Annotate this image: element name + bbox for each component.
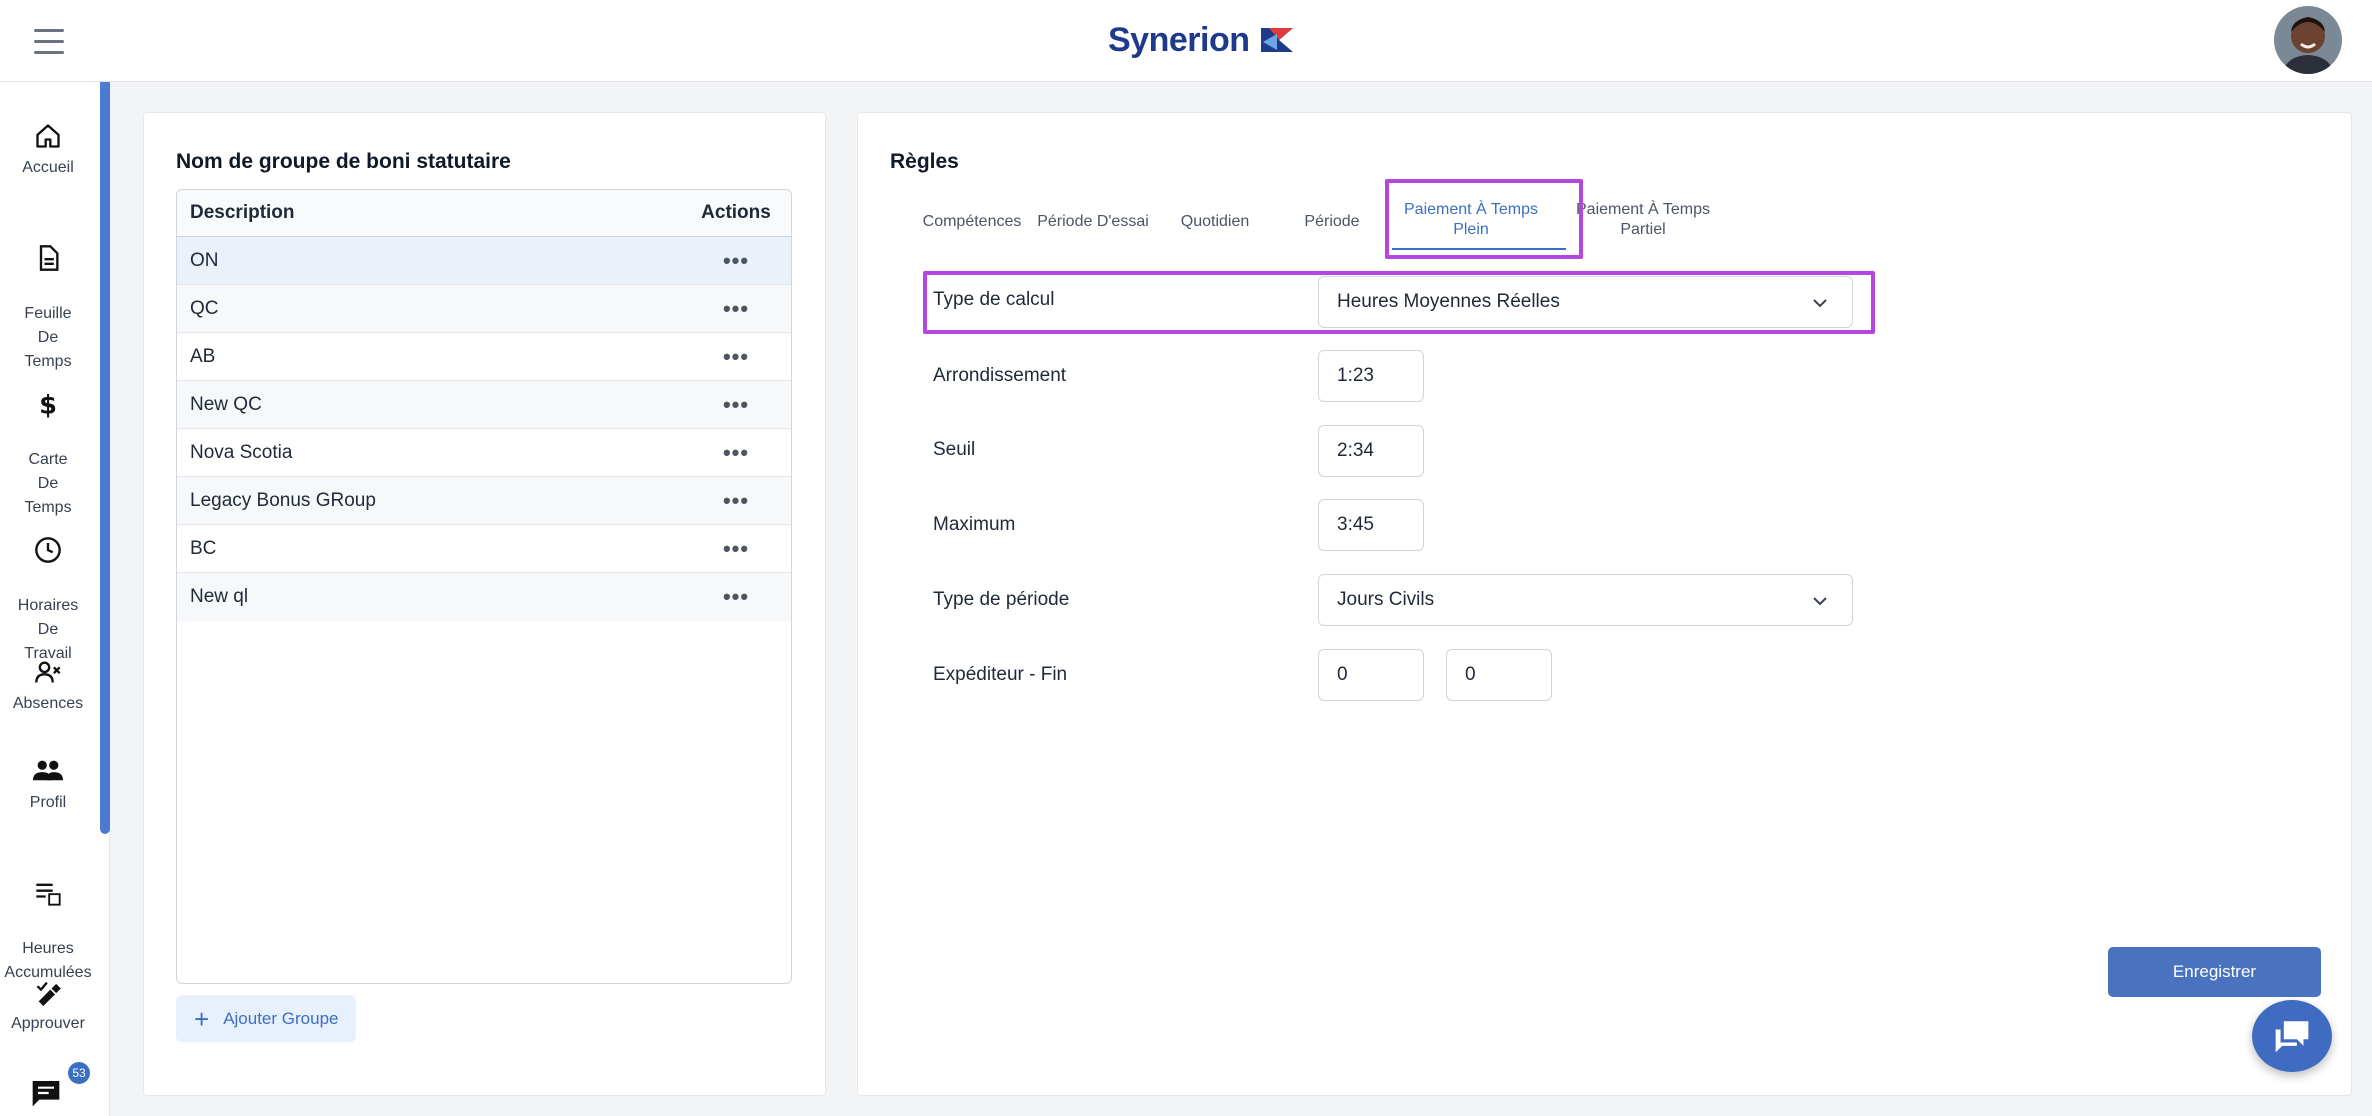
more-actions-icon[interactable]: ••• [681,536,791,562]
table-row[interactable]: QC ••• [177,285,791,333]
period-type-value: Jours Civils [1337,589,1435,610]
user-avatar[interactable] [2274,6,2342,74]
sidebar-item-label: Carte De Temps [24,451,72,516]
groups-table: Description Actions ON ••• QC ••• AB •••… [176,189,792,984]
more-actions-icon[interactable]: ••• [681,488,791,514]
plus-icon: + [194,1003,210,1034]
row-description: QC [190,297,219,319]
calc-type-value: Heures Moyennes Réelles [1337,291,1560,312]
row-description: BC [190,537,217,559]
bonus-groups-panel: Nom de groupe de boni statutaire Descrip… [143,112,826,1096]
calc-type-label: Type de calcul [933,289,1055,310]
sidebar-item-messages[interactable] [30,1078,66,1108]
row-description: New QC [190,393,262,415]
period-type-label: Type de période [933,589,1070,610]
sidebar-item-label: Feuille De Temps [24,305,72,370]
sender-end-label: Expéditeur - Fin [933,664,1068,685]
sidebar-item-approuver[interactable]: Approuver [0,978,96,1036]
threshold-label: Seuil [933,439,976,460]
more-actions-icon[interactable]: ••• [681,248,791,274]
dollar-icon: $ [39,390,57,418]
home-icon [36,124,60,148]
table-row[interactable]: New QC ••• [177,381,791,429]
panel-title: Règles [890,150,959,173]
sidebar-item-label: Heures Accumulées [4,940,92,981]
sidebar-item-horaires-de-travail[interactable]: Horaires De Travail [0,512,96,666]
clock-icon [35,537,61,563]
chat-icon [32,1081,60,1107]
row-description: ON [190,249,219,271]
sidebar-item-heures-accumulees[interactable]: Heures Accumulées [0,855,96,985]
rules-panel: Règles Compétences Période D'essai Quoti… [857,112,2352,1096]
menu-icon[interactable] [30,25,68,57]
column-header-description: Description [190,202,295,223]
threshold-input[interactable]: 2:34 [1318,425,1424,477]
sender-end-input[interactable]: 0 [1446,649,1552,701]
save-button[interactable]: Enregistrer [2108,947,2321,997]
sidebar-item-label: Approuver [11,1015,85,1032]
table-row[interactable]: New ql ••• [177,573,791,621]
add-group-label: Ajouter Groupe [223,1008,339,1028]
panel-title: Nom de groupe de boni statutaire [176,150,511,173]
sidebar-item-feuille-de-temps[interactable]: Feuille De Temps [0,220,96,374]
chevron-down-icon [1813,597,1827,606]
rounding-input[interactable]: 1:23 [1318,350,1424,402]
tab-quotidien[interactable]: Quotidien [1165,212,1265,232]
more-actions-icon[interactable]: ••• [681,344,791,370]
more-actions-icon[interactable]: ••• [681,584,791,610]
approve-pen-icon [36,981,61,1006]
document-icon [39,245,59,271]
active-tab-highlight [1385,179,1583,259]
table-row[interactable]: Legacy Bonus GRoup ••• [177,477,791,525]
table-row[interactable]: Nova Scotia ••• [177,429,791,477]
row-description: Legacy Bonus GRoup [190,489,376,511]
sidebar-scrollbar[interactable] [100,82,110,834]
period-type-select[interactable]: Jours Civils [1318,574,1853,626]
sidebar-item-carte-de-temps[interactable]: $ Carte De Temps [0,366,96,520]
maximum-input[interactable]: 3:45 [1318,499,1424,551]
row-description: AB [190,345,216,367]
sidebar-item-label: Profil [29,794,67,811]
maximum-label: Maximum [933,514,1016,535]
people-icon [33,760,63,781]
chevron-down-icon [1813,299,1827,308]
sidebar-item-accueil[interactable]: Accueil [0,122,96,180]
tab-paiement-temps-partiel[interactable]: Paiement À Temps Partiel [1568,200,1718,240]
sidebar-item-label: Accueil [22,159,74,176]
top-header: Synerion [0,0,2372,82]
calc-type-select[interactable]: Heures Moyennes Réelles [1318,276,1853,328]
table-header: Description Actions [177,190,791,237]
rounding-label: Arrondissement [933,365,1067,386]
tab-competences[interactable]: Compétences [922,212,1022,232]
row-description: Nova Scotia [190,441,293,463]
sender-start-input[interactable]: 0 [1318,649,1424,701]
column-header-actions: Actions [701,202,771,223]
chat-support-button[interactable] [2252,1000,2332,1072]
sidebar-item-profil[interactable]: Profil [0,757,96,815]
sidebar-item-absences[interactable]: Absences [0,658,96,716]
tab-periode[interactable]: Période [1282,212,1382,232]
add-group-button[interactable]: + Ajouter Groupe [176,995,356,1042]
sidebar-item-label: Horaires De Travail [17,597,79,662]
row-description: New ql [190,586,249,607]
messages-count-badge: 53 [68,1062,90,1084]
chat-bubbles-icon [2275,1021,2309,1053]
brand-name: Synerion [1108,20,1250,59]
user-remove-icon [35,661,61,683]
table-row[interactable]: AB ••• [177,333,791,381]
tab-periode-essai[interactable]: Période D'essai [1034,212,1152,232]
table-row[interactable]: BC ••• [177,525,791,573]
sidebar-item-label: Absences [12,695,84,712]
list-calendar-icon [36,883,61,906]
brand-logo: Synerion [1108,16,1295,64]
more-actions-icon[interactable]: ••• [681,296,791,322]
svg-text:$: $ [39,390,57,418]
brand-flag-icon [1261,28,1294,52]
table-row[interactable]: ON ••• [177,237,791,285]
more-actions-icon[interactable]: ••• [681,392,791,418]
more-actions-icon[interactable]: ••• [681,440,791,466]
